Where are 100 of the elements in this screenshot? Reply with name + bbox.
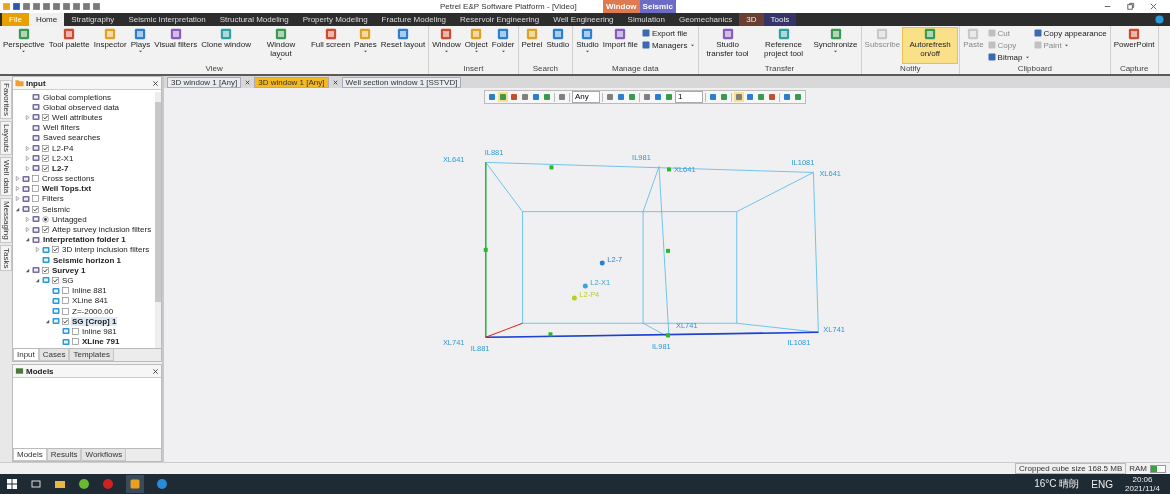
task-view-icon[interactable] [30, 478, 42, 490]
ribbon-button[interactable]: Bitmap [985, 51, 1032, 63]
tree-row[interactable]: Cross sections [13, 173, 155, 184]
side-tab[interactable]: Layouts [0, 120, 12, 155]
tree-row[interactable]: Global completions [13, 92, 155, 103]
checkbox[interactable] [32, 205, 39, 213]
side-tab[interactable]: Favorites [0, 80, 12, 119]
help-icon[interactable] [1155, 15, 1164, 24]
ribbon-button[interactable]: Studio transfer tool [699, 27, 756, 64]
app-icon[interactable] [156, 478, 168, 490]
folder-icon[interactable] [54, 478, 66, 490]
panel-tab[interactable]: Templates [69, 349, 114, 361]
window-tab[interactable]: Well section window 1 [SSTVD] [341, 76, 462, 88]
ribbon-button[interactable]: Studio [544, 27, 572, 64]
toolbar-icon[interactable] [708, 92, 718, 102]
close-icon[interactable] [244, 78, 252, 86]
panel-tab[interactable]: Models [13, 449, 47, 461]
ribbon-button[interactable]: Synchronize [811, 27, 860, 64]
panel-tab[interactable]: Input [13, 349, 39, 361]
ribbon-button[interactable]: Perspective [1, 27, 47, 64]
checkbox[interactable] [62, 287, 69, 295]
collapse-arrow-icon[interactable] [35, 277, 40, 283]
side-tab[interactable]: Well data [0, 156, 12, 197]
tree-row[interactable]: Z=-2000.00 [13, 305, 155, 317]
ribbon-tab[interactable]: Home [28, 13, 65, 26]
checkbox[interactable] [32, 185, 39, 193]
tree-row[interactable]: Well Tops.txt [13, 183, 155, 194]
ribbon-button[interactable]: Copy appearance [1031, 27, 1109, 39]
close-icon[interactable] [331, 78, 339, 86]
ribbon-button[interactable]: Folder [489, 27, 517, 64]
toolbar-icon[interactable] [745, 92, 755, 102]
checkbox[interactable] [62, 297, 69, 305]
panel-tab[interactable]: Cases [38, 349, 70, 361]
ribbon-tab[interactable]: Reservoir Engineering [453, 13, 547, 26]
weather-text[interactable]: 16°C 晴朗 [1034, 477, 1080, 491]
collapse-arrow-icon[interactable] [25, 267, 30, 273]
collapse-arrow-icon[interactable] [15, 206, 20, 212]
panel-tab[interactable]: Results [46, 449, 82, 461]
ribbon-button[interactable]: Import file [600, 27, 640, 64]
toolbar-icon[interactable] [642, 92, 652, 102]
tree-row[interactable]: Untagged [13, 214, 155, 225]
scrollbar[interactable] [155, 92, 161, 348]
toolbar-icon[interactable] [520, 92, 530, 102]
ribbon-tab[interactable]: Stratigraphy [64, 13, 122, 26]
ribbon-button[interactable]: Visual filters [152, 27, 200, 64]
toolbar-icon[interactable] [605, 92, 615, 102]
restore-icon[interactable] [1126, 2, 1135, 11]
ribbon-tab[interactable]: Geomechanics [671, 13, 740, 26]
ribbon-button[interactable]: Reset layout [378, 27, 428, 64]
toolbar-icon[interactable] [756, 92, 766, 102]
ribbon-tab[interactable]: Seismic Interpretation [121, 13, 213, 26]
tree-row[interactable]: SG [Crop] 1 [13, 316, 155, 327]
ribbon-button[interactable]: Full screen [309, 27, 353, 64]
tree-row[interactable]: Seismic horizon 1 [13, 255, 155, 266]
app-icon[interactable] [126, 475, 144, 493]
ribbon-tab[interactable]: Simulation [620, 13, 672, 26]
tree-row[interactable]: L2-P4 [13, 142, 155, 154]
checkbox[interactable] [32, 195, 39, 203]
toolbar-icon[interactable] [793, 92, 803, 102]
ribbon-tab[interactable]: 3D [739, 13, 764, 26]
checkbox[interactable] [52, 246, 59, 254]
checkbox[interactable] [42, 164, 49, 172]
toolbar-icon[interactable] [734, 92, 744, 102]
ribbon-tab[interactable]: Structural Modeling [212, 13, 296, 26]
checkbox[interactable] [42, 144, 49, 152]
ribbon-button[interactable]: Object [462, 27, 490, 64]
toolbar-icon[interactable] [627, 92, 637, 102]
ribbon-button[interactable]: Reference project tool [755, 27, 812, 64]
checkbox[interactable] [42, 266, 49, 274]
dropdown-field[interactable]: 1 [675, 91, 703, 103]
ribbon-button[interactable]: Clone window [199, 27, 253, 64]
app-icon[interactable] [102, 478, 114, 490]
tree-row[interactable]: Survey 1 [13, 265, 155, 276]
toolbar-icon[interactable] [542, 92, 552, 102]
toolbar-icon[interactable] [531, 92, 541, 102]
close-icon[interactable] [1149, 2, 1158, 11]
tree-row[interactable]: XLine 791 [13, 336, 155, 347]
collapse-arrow-icon[interactable] [25, 237, 30, 243]
ribbon-button[interactable]: Studio [574, 27, 601, 64]
side-tab[interactable]: Tasks [0, 244, 12, 272]
checkbox[interactable] [42, 113, 49, 121]
tree-row[interactable]: Inline 981 [13, 326, 155, 337]
app-icon[interactable] [78, 478, 90, 490]
tree-row[interactable]: Seismic [13, 204, 155, 215]
ribbon-tab[interactable]: Property Modeling [295, 13, 375, 26]
ribbon-button[interactable]: Panes [352, 27, 379, 64]
checkbox[interactable] [52, 276, 59, 284]
panel-tab[interactable]: Workflows [81, 449, 127, 461]
tree-row[interactable]: L2-X1 [13, 153, 155, 164]
checkbox[interactable] [72, 338, 79, 346]
window-tab[interactable]: 3D window 1 [Any] [167, 76, 242, 88]
ribbon-button[interactable]: Petrel [519, 27, 545, 64]
tree-row[interactable]: SG [13, 275, 155, 286]
tree-row[interactable]: Interpretation folder 1 [13, 234, 155, 245]
ribbon-tab[interactable]: Fracture Modeling [374, 13, 454, 26]
ribbon-button[interactable]: Managers [639, 39, 697, 51]
checkbox[interactable] [62, 317, 69, 325]
toolbar-icon[interactable] [557, 92, 567, 102]
toolbar-icon[interactable] [767, 92, 777, 102]
toolbar-icon[interactable] [782, 92, 792, 102]
